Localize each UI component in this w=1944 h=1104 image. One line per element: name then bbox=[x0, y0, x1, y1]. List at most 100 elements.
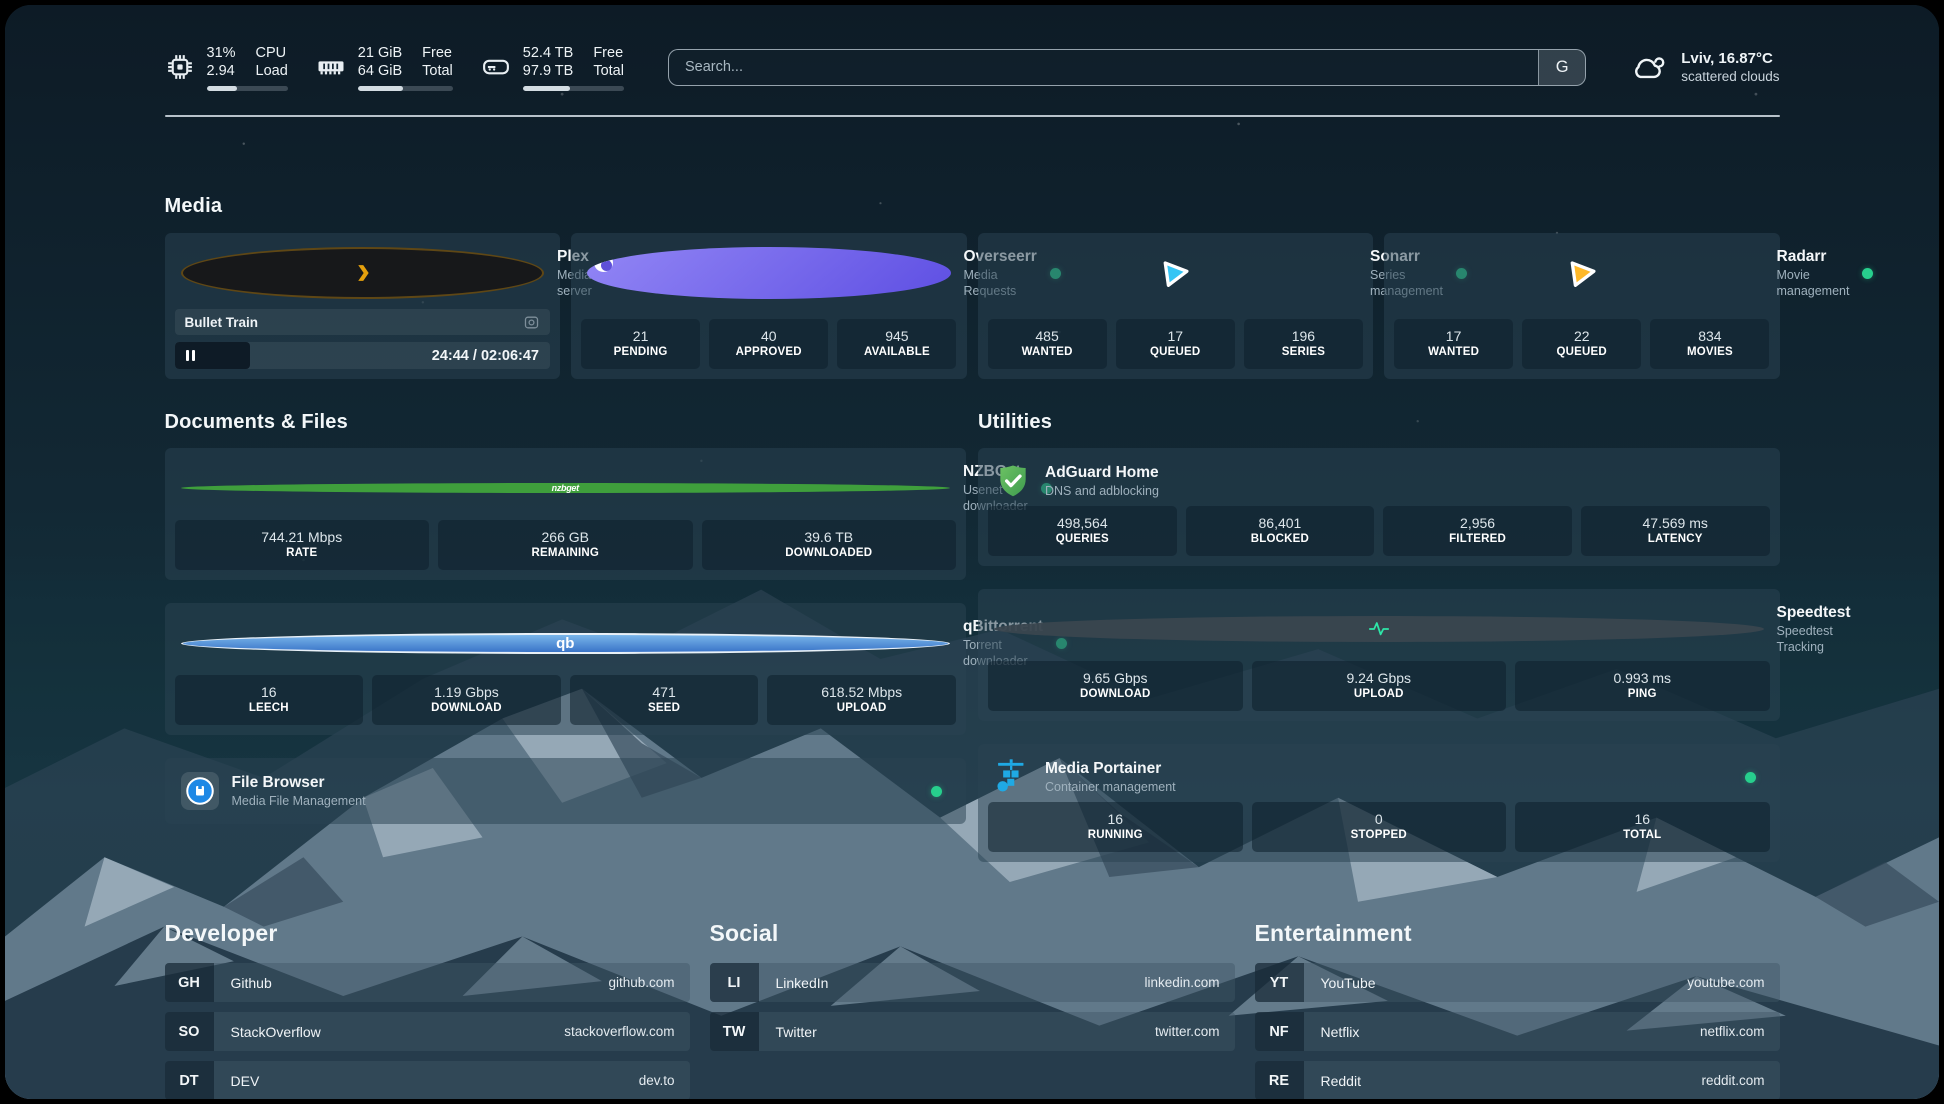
bookmark-netflix[interactable]: NF Netflix netflix.com bbox=[1255, 1012, 1780, 1051]
cloud-icon bbox=[1630, 50, 1668, 84]
bookmark-name: Netflix bbox=[1304, 1024, 1360, 1040]
stat-box: 266 GBREMAINING bbox=[438, 520, 693, 570]
stat-box: 485WANTED bbox=[988, 319, 1107, 369]
bookmark-linkedin[interactable]: LI LinkedIn linkedin.com bbox=[710, 963, 1235, 1002]
stat-box: 834MOVIES bbox=[1650, 319, 1769, 369]
app-description: Container management bbox=[1045, 779, 1176, 795]
header-divider bbox=[165, 115, 1780, 117]
bookmark-url: stackoverflow.com bbox=[564, 1024, 689, 1039]
weather-location: Lviv, 16.87°C bbox=[1681, 49, 1779, 68]
app-card-nzbget[interactable]: nzbget NZBGet Usenet downloader 744.21 M… bbox=[165, 448, 967, 580]
stat-box: 196SERIES bbox=[1244, 319, 1363, 369]
media-grid: Plex Media server Bullet Train bbox=[165, 233, 1780, 379]
app-description: Speedtest Tracking bbox=[1777, 623, 1851, 655]
app-description: DNS and adblocking bbox=[1045, 483, 1159, 499]
pause-button[interactable] bbox=[175, 342, 250, 369]
app-card-plex[interactable]: Plex Media server Bullet Train bbox=[165, 233, 561, 379]
disk-progress-bar bbox=[523, 86, 624, 91]
app-name: File Browser bbox=[232, 773, 366, 793]
app-card-portainer[interactable]: Media Portainer Container management 16R… bbox=[978, 744, 1780, 862]
stat-box: 0.993 msPING bbox=[1515, 661, 1770, 711]
stat-box: 21PENDING bbox=[581, 319, 700, 369]
bookmark-url: github.com bbox=[608, 975, 689, 990]
stat-box: 16TOTAL bbox=[1515, 802, 1770, 852]
cpu-icon bbox=[165, 52, 195, 82]
status-online-dot bbox=[1745, 772, 1756, 783]
section-title-utilities: Utilities bbox=[978, 411, 1780, 434]
documents-column: nzbget NZBGet Usenet downloader 744.21 M… bbox=[165, 448, 967, 824]
pause-icon bbox=[186, 350, 189, 361]
stat-box: 17QUEUED bbox=[1116, 319, 1235, 369]
app-name: AdGuard Home bbox=[1045, 463, 1159, 483]
qbittorrent-icon: qb bbox=[181, 633, 951, 654]
adguard-icon bbox=[994, 462, 1032, 500]
playback-time: 24:44 / 02:06:47 bbox=[432, 348, 550, 364]
stat-box: 17WANTED bbox=[1394, 319, 1513, 369]
app-description: Movie management bbox=[1777, 267, 1850, 299]
bookmark-abbr: NF bbox=[1255, 1012, 1304, 1051]
app-name: Radarr bbox=[1777, 247, 1850, 267]
app-card-filebrowser[interactable]: File Browser Media File Management bbox=[165, 758, 967, 824]
app-card-overseerr[interactable]: Overseerr Media Requests 21PENDING 40APP… bbox=[571, 233, 967, 379]
disk-stat-widget: 52.4 TB 97.9 TB Free Total bbox=[481, 44, 624, 91]
speedtest-icon bbox=[994, 616, 1764, 642]
plex-icon bbox=[181, 247, 545, 299]
bookmark-youtube[interactable]: YT YouTube youtube.com bbox=[1255, 963, 1780, 1002]
bookmark-name: LinkedIn bbox=[759, 975, 829, 991]
disk-icon bbox=[481, 52, 511, 82]
stat-box: 2,956FILTERED bbox=[1383, 506, 1572, 556]
stat-box: 744.21 MbpsRATE bbox=[175, 520, 430, 570]
now-playing-title: Bullet Train bbox=[185, 315, 259, 330]
stat-box: 86,401BLOCKED bbox=[1186, 506, 1375, 556]
memory-icon bbox=[316, 52, 346, 82]
bookmark-abbr: SO bbox=[165, 1012, 214, 1051]
app-card-speedtest[interactable]: Speedtest Speedtest Tracking 9.65 GbpsDO… bbox=[978, 589, 1780, 721]
bookmark-url: twitter.com bbox=[1155, 1024, 1235, 1039]
radarr-icon bbox=[1400, 247, 1764, 299]
cpu-label: CPU bbox=[256, 44, 288, 62]
system-stats: 31% 2.94 CPU Load bbox=[165, 44, 624, 91]
disk-free-label: Free bbox=[593, 44, 624, 62]
disk-free-value: 52.4 TB bbox=[523, 44, 574, 62]
status-online-dot bbox=[1862, 268, 1873, 279]
stat-box: 40APPROVED bbox=[709, 319, 828, 369]
search-engine-button[interactable]: G bbox=[1538, 50, 1585, 85]
stat-box: 0STOPPED bbox=[1252, 802, 1507, 852]
stat-box: 498,564QUERIES bbox=[988, 506, 1177, 556]
bookmark-abbr: DT bbox=[165, 1061, 214, 1099]
app-card-adguard[interactable]: AdGuard Home DNS and adblocking 498,564Q… bbox=[978, 448, 1780, 566]
status-online-dot bbox=[931, 786, 942, 797]
memory-stat-widget: 21 GiB 64 GiB Free Total bbox=[316, 44, 453, 91]
cpu-usage-value: 31% bbox=[207, 44, 236, 62]
bookmark-twitter[interactable]: TW Twitter twitter.com bbox=[710, 1012, 1235, 1051]
session-screen-icon[interactable] bbox=[523, 314, 540, 331]
bookmark-reddit[interactable]: RE Reddit reddit.com bbox=[1255, 1061, 1780, 1099]
bookmark-abbr: YT bbox=[1255, 963, 1304, 1002]
section-title-social: Social bbox=[710, 920, 1235, 947]
bookmark-abbr: TW bbox=[710, 1012, 759, 1051]
memory-free-value: 21 GiB bbox=[358, 44, 402, 62]
nzbget-icon: nzbget bbox=[181, 483, 951, 493]
bookmark-abbr: GH bbox=[165, 963, 214, 1002]
stat-box: 618.52 MbpsUPLOAD bbox=[767, 675, 956, 725]
bookmark-stackoverflow[interactable]: SO StackOverflow stackoverflow.com bbox=[165, 1012, 690, 1051]
search-bar: G bbox=[668, 49, 1586, 86]
search-input[interactable] bbox=[669, 50, 1538, 85]
bookmark-abbr: LI bbox=[710, 963, 759, 1002]
stat-box: 16LEECH bbox=[175, 675, 364, 725]
memory-free-label: Free bbox=[422, 44, 453, 62]
bookmark-name: Twitter bbox=[759, 1024, 817, 1040]
stat-box: 9.65 GbpsDOWNLOAD bbox=[988, 661, 1243, 711]
filebrowser-icon bbox=[181, 772, 219, 810]
bookmark-github[interactable]: GH Github github.com bbox=[165, 963, 690, 1002]
app-card-qbittorrent[interactable]: qb qBittorrent Torrent downloader 16LEEC… bbox=[165, 603, 967, 735]
portainer-icon bbox=[994, 758, 1032, 796]
stat-box: 9.24 GbpsUPLOAD bbox=[1252, 661, 1507, 711]
weather-condition: scattered clouds bbox=[1681, 68, 1779, 85]
section-title-media: Media bbox=[165, 195, 1780, 218]
bookmark-dev[interactable]: DT DEV dev.to bbox=[165, 1061, 690, 1099]
cpu-load-value: 2.94 bbox=[207, 62, 236, 80]
memory-total-value: 64 GiB bbox=[358, 62, 402, 80]
app-card-radarr[interactable]: Radarr Movie management 17WANTED 22QUEUE… bbox=[1384, 233, 1780, 379]
app-card-sonarr[interactable]: Sonarr Series management 485WANTED 17QUE… bbox=[978, 233, 1374, 379]
